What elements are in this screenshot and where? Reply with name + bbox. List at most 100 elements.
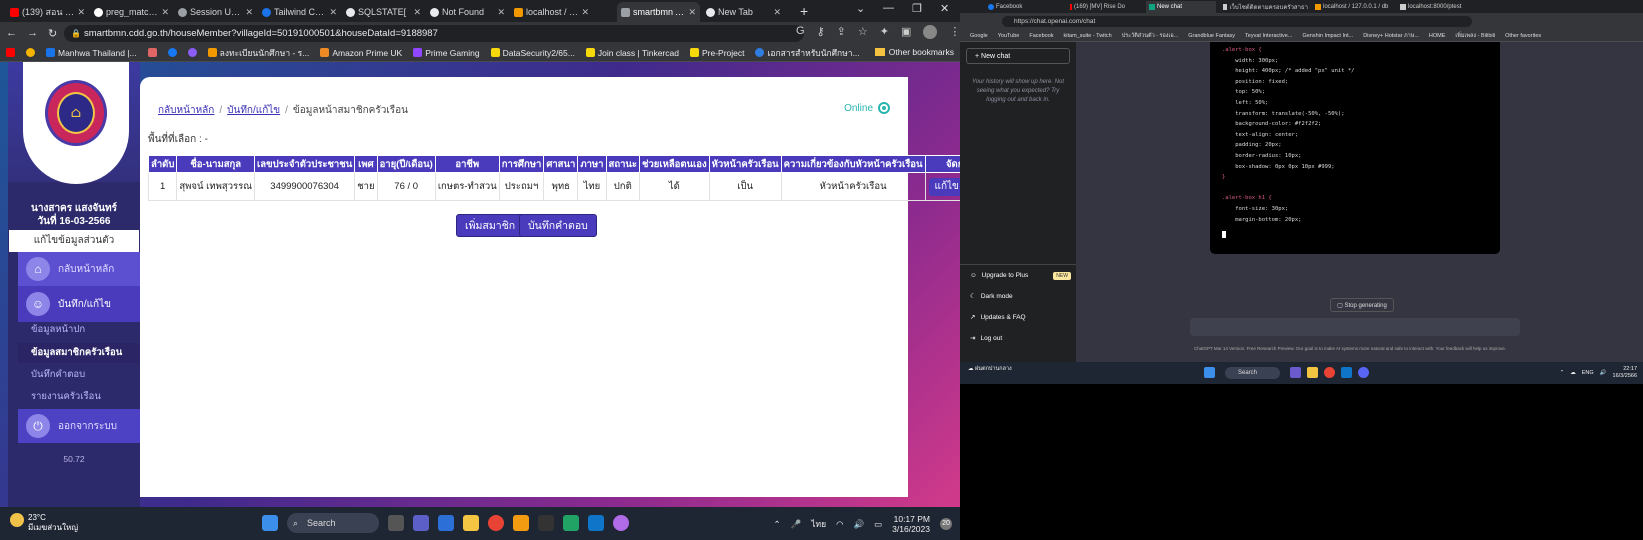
add-member-button[interactable]: เพิ่มสมาชิก bbox=[456, 214, 525, 237]
input-language[interactable]: ไทย bbox=[811, 517, 826, 531]
volume-icon[interactable]: 🔊 bbox=[1600, 370, 1607, 376]
log-out-item[interactable]: ⇥ Log out bbox=[960, 328, 1076, 349]
chrome-icon[interactable] bbox=[1324, 367, 1335, 378]
notification-badge[interactable]: 20 bbox=[940, 518, 952, 530]
bookmark-datasecurity[interactable]: DataSecurity2/65... bbox=[490, 48, 575, 58]
right-address-bar[interactable]: https://chat.openai.com/chat bbox=[1002, 16, 1472, 27]
browser-tab[interactable]: localhost / 127.0.0.1 / db bbox=[1315, 1, 1393, 13]
bookmark-item[interactable]: HOME bbox=[1429, 33, 1446, 39]
weather-widget[interactable]: 23°C มีเมฆส่วนใหญ่ bbox=[10, 513, 78, 533]
bookmark-documents[interactable]: เอกสารสำหรับนักศึกษา... bbox=[755, 46, 860, 60]
sidebar-item-home[interactable]: ⌂ กลับหน้าหลัก bbox=[18, 252, 140, 286]
browser-tab[interactable]: Not Found ✕ bbox=[426, 2, 509, 22]
bookmark-item[interactable]: Genshin Impact Int... bbox=[1302, 33, 1353, 39]
chat-input[interactable] bbox=[1190, 318, 1520, 336]
browser-tab[interactable]: Tailwind CSS ✕ bbox=[258, 2, 341, 22]
extensions-icon[interactable]: ✦ bbox=[880, 25, 889, 39]
excel-icon[interactable] bbox=[563, 515, 579, 531]
task-view-icon[interactable] bbox=[388, 515, 404, 531]
sidebar-sub-answers[interactable]: บันทึกคำตอบ bbox=[18, 365, 140, 385]
browser-tab[interactable]: preg_match / ✕ bbox=[90, 2, 173, 22]
other-favorites[interactable]: Other favorites bbox=[1505, 33, 1541, 39]
file-explorer-icon[interactable] bbox=[1307, 367, 1318, 378]
breadcrumb-home[interactable]: กลับหน้าหลัก bbox=[158, 105, 214, 116]
new-chat-button[interactable]: + New chat bbox=[966, 48, 1070, 64]
teams-icon[interactable] bbox=[413, 515, 429, 531]
right-taskbar-search[interactable]: Search bbox=[1225, 367, 1280, 379]
bookmark-item[interactable]: Teyvat Interactive... bbox=[1245, 33, 1292, 39]
bookmark-item[interactable]: Disney+ Hotstar ภาษ... bbox=[1363, 32, 1419, 40]
google-lens-icon[interactable]: G bbox=[796, 25, 805, 39]
bookmark-item[interactable]: YouTube bbox=[998, 33, 1020, 39]
bookmark-amazon[interactable]: Amazon Prime UK bbox=[320, 48, 402, 58]
bookmark-register[interactable]: ลงทะเบียนนักศึกษา - ร... bbox=[207, 46, 309, 60]
bookmark-icon-item[interactable] bbox=[147, 48, 157, 57]
file-explorer-icon[interactable] bbox=[463, 515, 479, 531]
xampp-icon[interactable] bbox=[513, 515, 529, 531]
sidebar-sub-report[interactable]: รายงานครัวเรือน bbox=[18, 387, 140, 407]
cloud-icon[interactable]: ☁ bbox=[1570, 370, 1576, 376]
browser-tab[interactable]: เว็บไซต์ติดตามครอบครัวสาธา bbox=[1223, 1, 1308, 13]
other-bookmarks[interactable]: Other bookmarks bbox=[874, 47, 954, 57]
stop-generating-button[interactable]: ▢ Stop generating bbox=[1330, 298, 1394, 312]
sidepanel-icon[interactable]: ▣ bbox=[901, 25, 911, 39]
bookmark-item[interactable]: เพิ่มเพลง - Bilibili bbox=[1455, 32, 1495, 40]
bookmark-manhwa[interactable]: Manhwa Thailand |... bbox=[46, 48, 137, 58]
close-window-icon[interactable]: ✕ bbox=[940, 2, 949, 15]
bookmark-icon-item[interactable] bbox=[26, 48, 35, 57]
dark-mode-item[interactable]: ☾ Dark mode bbox=[960, 286, 1076, 307]
browser-tab[interactable]: (139) สอน Larav✕ bbox=[6, 2, 89, 22]
wifi-icon[interactable]: ◠ bbox=[836, 519, 843, 530]
browser-tab[interactable]: Session User ✕ bbox=[174, 2, 257, 22]
address-bar[interactable]: 🔒 smartbmn.cdd.go.th/houseMember?villageI… bbox=[64, 25, 804, 42]
close-tab-icon[interactable]: ✕ bbox=[581, 7, 589, 18]
close-tab-icon[interactable]: ✕ bbox=[497, 7, 505, 18]
chevron-up-icon[interactable]: ⌃ bbox=[1560, 370, 1565, 376]
widget-icon[interactable] bbox=[1290, 367, 1301, 378]
clock[interactable]: 10:17 PM 3/16/2023 bbox=[892, 514, 930, 534]
back-icon[interactable]: ← bbox=[6, 27, 17, 39]
minimize-icon[interactable]: — bbox=[883, 2, 894, 14]
restore-icon[interactable]: ❐ bbox=[912, 2, 922, 15]
sidebar-item-record[interactable]: ☺ บันทึก/แก้ไข bbox=[18, 286, 140, 322]
windows-start-icon[interactable] bbox=[262, 515, 278, 531]
browser-tab[interactable]: localhost / 12 ✕ bbox=[510, 2, 593, 22]
close-tab-icon[interactable]: ✕ bbox=[329, 7, 337, 18]
browser-tab-active[interactable]: New chat bbox=[1146, 1, 1216, 13]
vscode-icon[interactable] bbox=[1341, 367, 1352, 378]
microphone-icon[interactable]: 🎤 bbox=[791, 519, 802, 530]
bookmark-star-icon[interactable]: ☆ bbox=[858, 25, 868, 39]
bookmark-messenger[interactable] bbox=[187, 48, 197, 57]
save-answer-button[interactable]: บันทึกคำตอบ bbox=[519, 214, 597, 237]
close-tab-icon[interactable]: ✕ bbox=[245, 7, 253, 18]
close-tab-icon[interactable]: ✕ bbox=[77, 7, 85, 18]
vscode-icon[interactable] bbox=[588, 515, 604, 531]
edit-member-button[interactable]: แก้ไข bbox=[928, 177, 960, 196]
tab-search-icon[interactable]: ⌄ bbox=[856, 2, 865, 15]
browser-tab[interactable]: New Tab ✕ bbox=[702, 2, 785, 22]
bookmark-item[interactable]: Facebook bbox=[1029, 33, 1053, 39]
bookmark-item[interactable]: kitam_suite - Twitch bbox=[1064, 33, 1112, 39]
updates-faq-item[interactable]: ↗ Updates & FAQ bbox=[960, 307, 1076, 328]
input-language[interactable]: ENG bbox=[1582, 370, 1594, 376]
new-tab-icon[interactable]: + bbox=[800, 3, 808, 19]
chrome-icon[interactable] bbox=[488, 515, 504, 531]
key-icon[interactable]: ⚷ bbox=[817, 25, 825, 39]
terminal-icon[interactable] bbox=[538, 515, 554, 531]
browser-tab-active[interactable]: smartbmn Ap ✕ bbox=[617, 2, 700, 22]
browser-tab[interactable]: localhost:8000/ptest bbox=[1400, 1, 1470, 13]
share-icon[interactable]: ⇪ bbox=[837, 25, 846, 39]
bookmark-item[interactable]: Grandblue Fantasy bbox=[1188, 33, 1235, 39]
forward-icon[interactable]: → bbox=[27, 27, 38, 39]
close-tab-icon[interactable]: ✕ bbox=[688, 7, 696, 18]
menu-kebab-icon[interactable]: ⋮ bbox=[949, 25, 960, 39]
discord-icon[interactable] bbox=[613, 515, 629, 531]
discord-icon[interactable] bbox=[1358, 367, 1369, 378]
onedrive-icon[interactable] bbox=[438, 515, 454, 531]
windows-start-icon[interactable] bbox=[1204, 367, 1215, 378]
bookmark-youtube[interactable] bbox=[6, 48, 15, 57]
sidebar-sub-members[interactable]: ข้อมูลสมาชิกครัวเรือน bbox=[18, 343, 140, 363]
bookmark-preproject[interactable]: Pre-Project bbox=[689, 48, 744, 58]
right-clock[interactable]: 22:17 16/3/2566 bbox=[1613, 366, 1637, 380]
edit-profile-link[interactable]: แก้ไขข้อมูลส่วนตัว bbox=[9, 230, 139, 252]
